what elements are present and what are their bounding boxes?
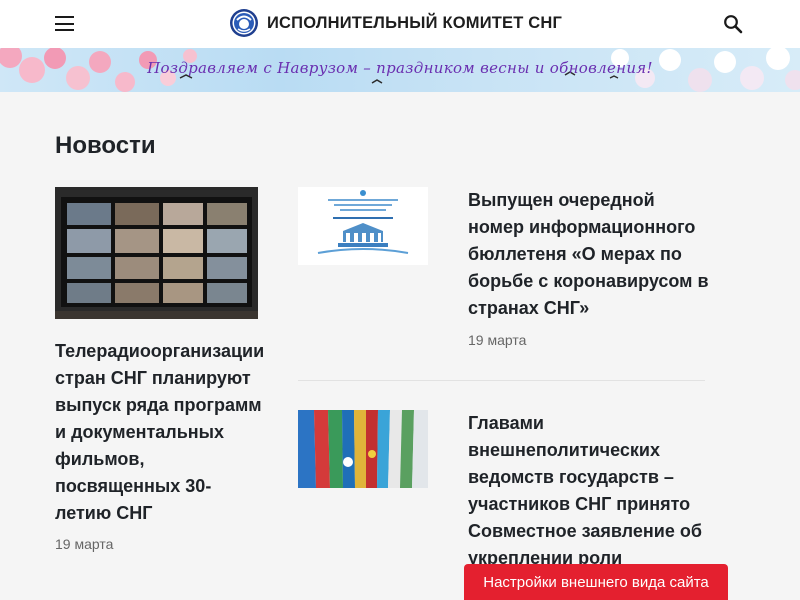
holiday-banner[interactable]: Поздравляем с Наврузом – праздником весн… [0,48,800,92]
site-appearance-settings-button[interactable]: Настройки внешнего вида сайта [464,564,728,600]
logo-text: ИСПОЛНИТЕЛЬНЫЙ КОМИТЕТ СНГ [267,13,563,32]
banner-text: Поздравляем с Наврузом – праздником весн… [147,59,653,77]
site-header: ИСПОЛНИТЕЛЬНЫЙ КОМИТЕТ СНГ [0,0,800,48]
section-title-news: Новости [55,132,156,159]
site-logo[interactable]: ИСПОЛНИТЕЛЬНЫЙ КОМИТЕТ СНГ [229,8,562,38]
news-title-bulletin[interactable]: Выпущен очередной номер информационного … [468,187,713,322]
cis-emblem-icon [230,9,258,37]
news-date-lead: 19 марта [55,536,114,552]
search-icon[interactable] [723,14,743,34]
news-date-bulletin: 19 марта [468,332,527,348]
news-title-lead[interactable]: Телерадиоорганизации стран СНГ планируют… [55,338,264,527]
news-image-bulletin-cover[interactable] [298,187,428,265]
news-divider [298,380,705,381]
news-image-flags[interactable] [298,410,428,488]
news-title-joint-statement[interactable]: Главами внешнеполитических ведомств госу… [468,410,713,572]
news-image-video-conference[interactable] [55,187,258,319]
hamburger-menu-icon[interactable] [55,16,74,31]
